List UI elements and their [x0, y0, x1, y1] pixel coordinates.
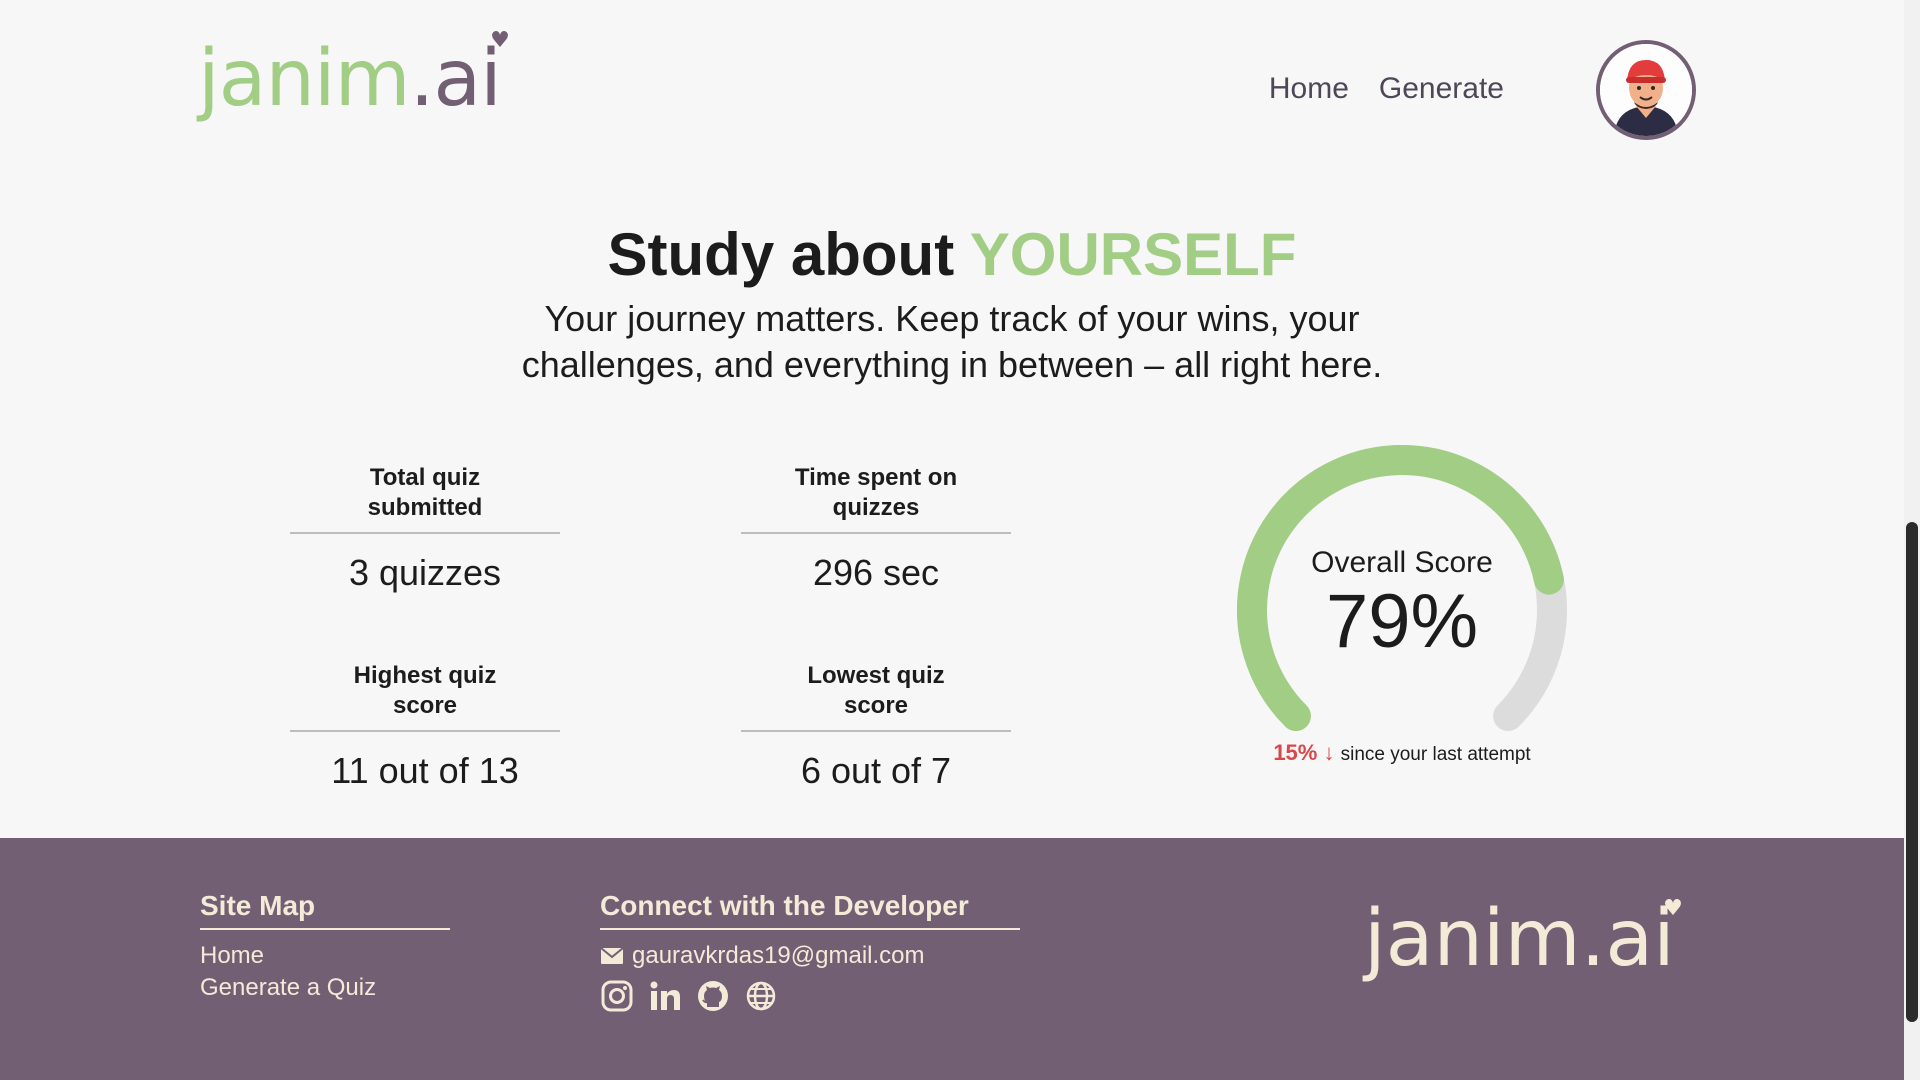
- sitemap-heading: Site Map: [200, 890, 450, 930]
- title-accent: YOURSELF: [969, 221, 1297, 288]
- page-title: Study about YOURSELF: [0, 220, 1904, 289]
- stat-total-quizzes: Total quiz submitted 3 quizzes: [290, 458, 560, 594]
- stat-highest-score: Highest quiz score 11 out of 13: [290, 656, 560, 792]
- stat-time-spent: Time spent on quizzes 296 sec: [741, 458, 1011, 594]
- email-link[interactable]: gauravkrdas19@gmail.com: [600, 942, 925, 970]
- stat-label: Lowest quiz score: [807, 662, 945, 719]
- heart-icon: ♥: [1663, 896, 1683, 921]
- gauge-value: 79%: [1325, 579, 1479, 664]
- stat-divider: [290, 532, 560, 534]
- connect-heading: Connect with the Developer: [600, 890, 1020, 930]
- mail-icon: [600, 947, 624, 964]
- nav-generate-link[interactable]: Generate: [1379, 72, 1504, 106]
- logo[interactable]: janim.ai ♥: [198, 30, 510, 119]
- stat-value: 296 sec: [812, 552, 940, 593]
- footer-logo-main: janim: [1364, 894, 1581, 984]
- stat-label: Total quiz submitted: [367, 464, 483, 521]
- stat-value: 3 quizzes: [348, 552, 502, 593]
- delta-text: since your last attempt: [1340, 744, 1531, 765]
- heart-icon: ♥: [490, 28, 510, 53]
- nav-home-link[interactable]: Home: [1269, 72, 1349, 106]
- page-scrollbar[interactable]: [1904, 0, 1920, 1080]
- social-links: [600, 979, 778, 1013]
- footer-home-link[interactable]: Home: [200, 942, 264, 970]
- stat-label: Time spent on quizzes: [794, 464, 958, 521]
- email-text: gauravkrdas19@gmail.com: [632, 942, 925, 969]
- stat-divider: [741, 730, 1011, 732]
- stat-divider: [290, 730, 560, 732]
- footer-logo-ext: .ai ♥: [1580, 894, 1683, 984]
- arrow-down-icon: ↓: [1317, 740, 1341, 765]
- globe-icon[interactable]: [744, 979, 778, 1013]
- logo-text-ext: .ai ♥: [409, 28, 510, 124]
- stat-value: 11 out of 13: [331, 750, 519, 791]
- stat-value: 6 out of 7: [800, 750, 952, 791]
- main-nav: Home Generate: [1269, 72, 1504, 106]
- page-subtitle: Your journey matters. Keep track of your…: [521, 298, 1383, 385]
- github-icon[interactable]: [696, 979, 730, 1013]
- stat-lowest-score: Lowest quiz score 6 out of 7: [741, 656, 1011, 792]
- stat-label: Highest quiz score: [353, 662, 497, 719]
- title-prefix: Study about: [607, 221, 955, 288]
- footer-generate-link[interactable]: Generate a Quiz: [200, 974, 376, 1002]
- site-header: janim.ai ♥ Home Generate: [0, 0, 1904, 180]
- delta-percent: 15%: [1273, 740, 1318, 765]
- stat-divider: [741, 532, 1011, 534]
- site-footer: Site Map Home Generate a Quiz Connect wi…: [0, 838, 1904, 1080]
- footer-logo[interactable]: janim.ai ♥: [1364, 894, 1683, 984]
- avatar[interactable]: [1596, 40, 1696, 140]
- instagram-icon[interactable]: [600, 979, 634, 1013]
- linkedin-icon[interactable]: [648, 979, 682, 1013]
- gauge-label: Overall Score: [1311, 546, 1493, 579]
- score-delta: 15% ↓ since your last attempt: [1222, 740, 1582, 766]
- scrollbar-thumb[interactable]: [1906, 522, 1918, 1022]
- logo-text-main: janim: [198, 34, 411, 124]
- avatar-illustration-icon: [1600, 44, 1692, 136]
